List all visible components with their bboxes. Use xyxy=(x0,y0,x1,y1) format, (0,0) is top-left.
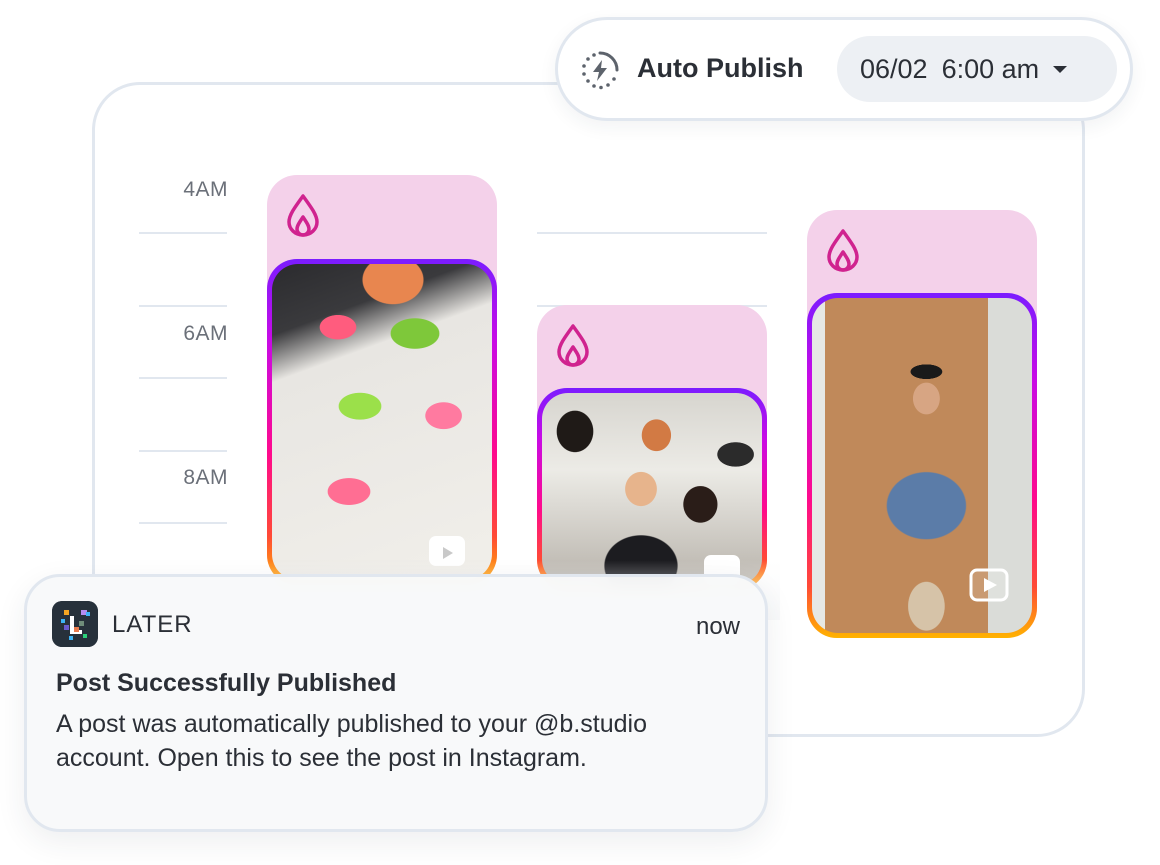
scheduled-post-card[interactable] xyxy=(537,305,767,590)
video-play-icon xyxy=(969,568,1009,602)
time-label-8am: 8AM xyxy=(183,466,228,489)
auto-publish-bolt-icon xyxy=(582,51,619,90)
notification-time: now xyxy=(695,613,740,640)
post-media-frame xyxy=(267,259,497,585)
flame-icon xyxy=(287,194,319,237)
publish-datetime-dropdown[interactable]: 06/02 6:00 am xyxy=(837,36,1117,102)
notification-app-name: LATER xyxy=(112,611,193,638)
post-thumbnail[interactable] xyxy=(542,393,762,585)
auto-publish-bar: Auto Publish 06/02 6:00 am xyxy=(555,17,1133,121)
grid-line xyxy=(139,377,227,379)
grid-line xyxy=(139,232,227,234)
flame-icon xyxy=(827,229,859,272)
grid-line xyxy=(139,522,227,524)
notification-body: A post was automatically published to yo… xyxy=(56,710,647,772)
post-thumbnail[interactable] xyxy=(272,264,492,580)
caret-down-icon xyxy=(1053,65,1068,73)
grid-line xyxy=(139,305,227,307)
flame-icon xyxy=(557,324,589,367)
time-label-6am: 6AM xyxy=(183,322,228,345)
grid-line xyxy=(537,232,767,234)
auto-publish-label: Auto Publish xyxy=(637,53,804,83)
publish-time: 6:00 am xyxy=(941,53,1040,84)
grid-line xyxy=(139,450,227,452)
scheduled-post-card[interactable] xyxy=(807,210,1037,638)
post-thumbnail[interactable] xyxy=(812,298,1032,633)
notification-title: Post Successfully Published xyxy=(56,669,397,697)
later-logo-icon xyxy=(52,601,98,647)
scheduled-post-card[interactable] xyxy=(267,175,497,585)
time-label-4am: 4AM xyxy=(183,178,228,201)
post-media-frame xyxy=(807,293,1037,638)
publish-notification[interactable]: LATER now Post Successfully Published A … xyxy=(24,574,768,832)
publish-date: 06/02 xyxy=(860,53,928,84)
